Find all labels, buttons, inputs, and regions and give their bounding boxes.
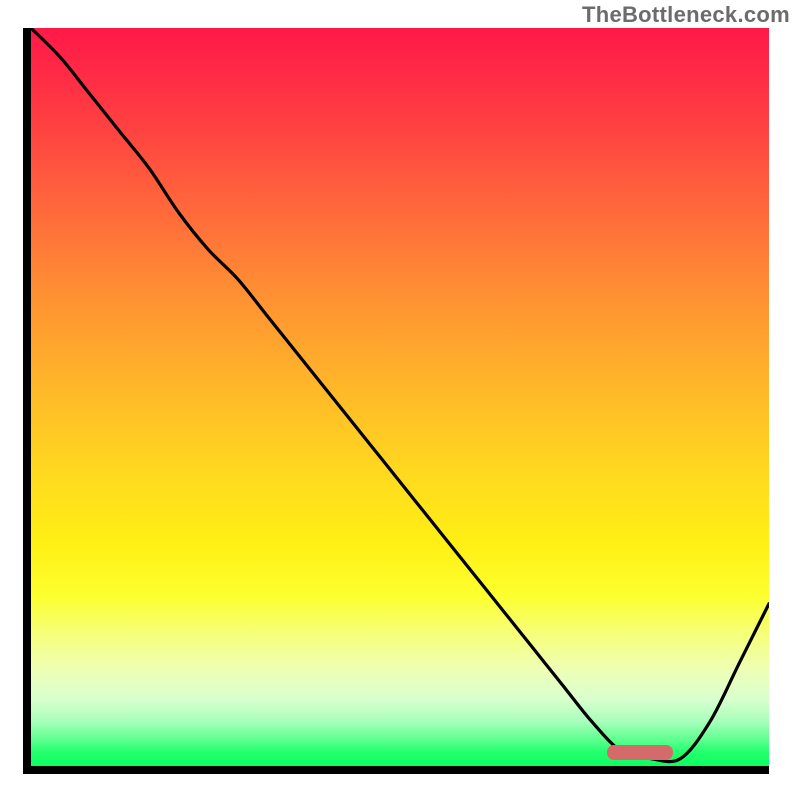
y-axis — [23, 28, 31, 774]
plot-area — [31, 28, 769, 766]
x-axis — [23, 766, 769, 774]
attribution-label: TheBottleneck.com — [582, 2, 790, 28]
chart-frame — [23, 28, 777, 782]
bottleneck-curve — [31, 28, 769, 766]
optimal-range-marker — [607, 745, 673, 760]
